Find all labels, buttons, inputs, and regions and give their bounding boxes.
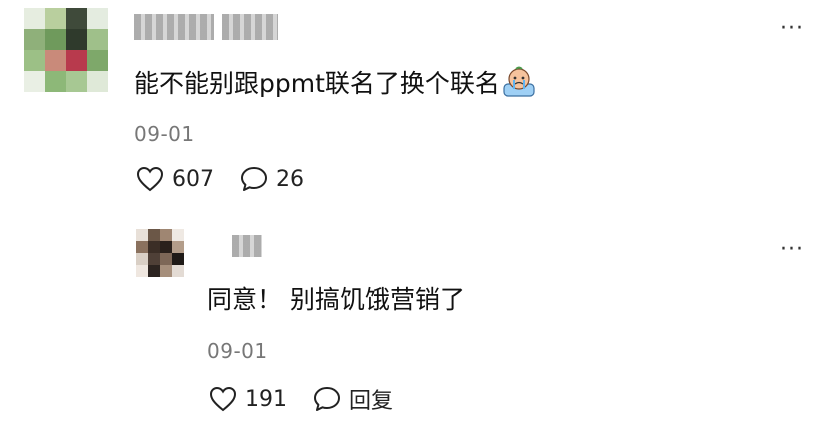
reply-count: 26 (276, 166, 304, 192)
comment-text: 能不能别跟ppmt联名了换个联名 (134, 66, 536, 101)
avatar[interactable] (24, 8, 108, 92)
comment-date: 09-01 (134, 122, 195, 146)
more-options-icon[interactable]: ··· (780, 18, 804, 40)
more-options-icon[interactable]: ··· (780, 239, 804, 261)
reply-button[interactable]: 26 (240, 166, 304, 192)
heart-icon (209, 386, 237, 412)
avatar[interactable] (136, 229, 184, 277)
comment-actions: 191 回复 (209, 383, 419, 415)
comment-item: ··· 能不能别跟ppmt联名了换个联名 09-01 607 26 (0, 0, 832, 215)
heart-icon (136, 166, 164, 192)
reply-button[interactable]: 回复 (313, 383, 393, 415)
crying-face-emoji-icon (502, 66, 536, 98)
like-button[interactable]: 607 (136, 166, 214, 192)
username-redacted[interactable] (134, 14, 278, 40)
reply-label: 回复 (349, 389, 394, 414)
comment-text: 同意！ 别搞饥饿营销了 (207, 285, 465, 314)
like-count: 607 (172, 166, 214, 192)
comment-text-content: 能不能别跟ppmt联名了换个联名 (134, 69, 500, 98)
comment-bubble-icon (241, 167, 267, 191)
comment-bubble-icon (314, 387, 340, 411)
reply-item: ··· 同意！ 别搞饥饿营销了 09-01 191 回复 (0, 215, 832, 430)
comment-date: 09-01 (207, 339, 268, 363)
comment-actions: 607 26 (136, 166, 330, 192)
username-redacted[interactable] (232, 235, 262, 257)
like-count: 191 (245, 386, 287, 412)
like-button[interactable]: 191 (209, 386, 287, 412)
